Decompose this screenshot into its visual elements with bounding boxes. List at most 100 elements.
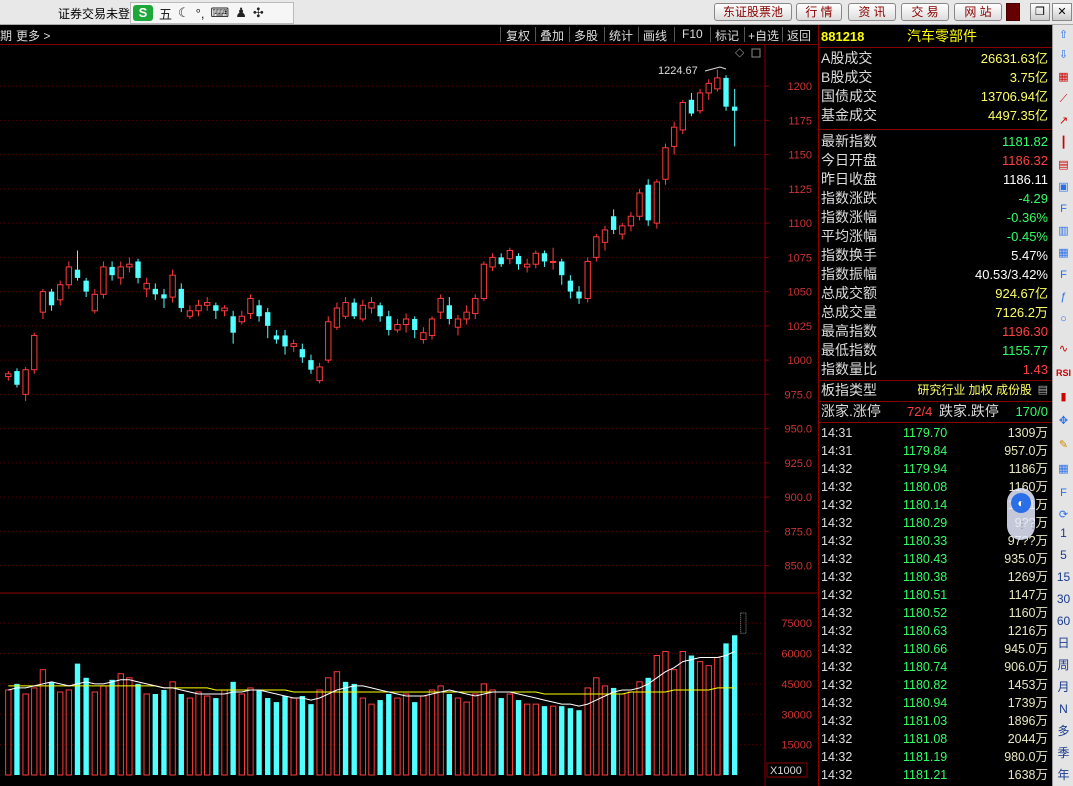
restore-icon[interactable]: ❐ [1030, 3, 1050, 21]
quote-label: 指数振幅 [821, 266, 877, 282]
volume-bar [549, 705, 557, 776]
candle [662, 147, 669, 180]
ime-mode[interactable]: 五 [159, 4, 172, 23]
wave-icon[interactable]: ∿ [1054, 341, 1073, 358]
price-tick-label: 900.0 [784, 492, 812, 504]
more-menu[interactable]: 更多 > [16, 27, 50, 44]
board-type-value[interactable]: 研究行业 加权 成份股 [917, 381, 1032, 400]
wallet-icon[interactable]: ▣ [1054, 179, 1073, 196]
candle [308, 360, 314, 370]
tick-row: 14:32 1181.19 980.0万 [821, 748, 1050, 766]
bars-icon[interactable]: ▮ [1054, 389, 1073, 406]
back-button[interactable]: 返回 [787, 27, 811, 44]
volume-bar [351, 683, 357, 775]
statistics-button[interactable]: 统计 [609, 27, 633, 44]
arrow-down-icon[interactable]: ⇩ [1054, 47, 1073, 64]
f12-icon[interactable]: F [1054, 267, 1073, 284]
period-option[interactable]: 60 [1054, 613, 1073, 630]
market-button[interactable]: 行 情 [796, 3, 842, 21]
book-icon[interactable]: ▥ [1054, 223, 1073, 240]
draw-line-button[interactable]: 画线 [643, 27, 667, 44]
assistant-icon[interactable]: ◐ [1011, 493, 1031, 513]
news-button[interactable]: 资 讯 [848, 3, 896, 21]
refresh-icon[interactable]: ⟳ [1054, 507, 1073, 524]
moon-icon[interactable]: ☾ [178, 5, 190, 21]
volume-bar [584, 687, 591, 776]
period-option[interactable]: 年 [1054, 767, 1073, 784]
period-option[interactable]: 5 [1054, 547, 1073, 564]
ime-logo-icon[interactable]: S [133, 5, 153, 21]
period-option[interactable]: 日 [1054, 635, 1073, 652]
period-option[interactable]: 30 [1054, 591, 1073, 608]
period-option[interactable]: N [1054, 701, 1073, 718]
mark-button[interactable]: 标记 [715, 27, 739, 44]
trade-button[interactable]: 交 易 [901, 3, 949, 21]
f10-button[interactable]: F10 [682, 27, 703, 41]
move-icon[interactable]: ✥ [1054, 413, 1073, 430]
grid-icon[interactable]: ✣ [253, 5, 264, 21]
quote-row: 指数换手 5.47% [821, 246, 1050, 265]
candle [670, 126, 678, 147]
volume-bar [265, 698, 271, 775]
drag-handle-icon[interactable]: ⋮⋮ [1017, 520, 1039, 531]
app-menu-icon[interactable] [1006, 3, 1020, 21]
volume-bar [333, 671, 341, 776]
trend-icon[interactable]: ↗ [1054, 113, 1073, 130]
multi-stock-button[interactable]: 多股 [574, 27, 598, 44]
tick-price: 1180.74 [903, 660, 948, 674]
diamond-icon[interactable]: ◇ [735, 45, 745, 59]
volume-bar [653, 655, 661, 776]
chart-icon[interactable]: ▦ [1054, 69, 1073, 86]
volume-bar [420, 695, 427, 776]
circle-icon[interactable]: ○ [1054, 311, 1073, 328]
add-watchlist-button[interactable]: +自选 [748, 27, 779, 44]
tick-price: 1180.63 [903, 624, 948, 638]
volume-bar [619, 693, 626, 776]
volume-bar [541, 706, 548, 775]
arrow-up-icon[interactable]: ⇧ [1054, 27, 1073, 44]
ime-toolbar[interactable]: S 五 ☾ °, ⌨ ♟ ✣ [130, 2, 294, 24]
quote-row: 最低指数 1155.77 [821, 341, 1050, 360]
punctuation-icon[interactable]: °, [196, 6, 205, 21]
price-axis: 1200 1175 1150 1125 1100 1075 1050 1025 1000 975.… [765, 81, 812, 573]
quote-label: 指数量比 [821, 361, 877, 377]
floating-assistant[interactable]: ◐ ⋮⋮ [1007, 488, 1038, 540]
period-option[interactable]: 1 [1054, 525, 1073, 542]
tick-time: 14:32 [821, 678, 853, 692]
volume-bar [65, 689, 73, 776]
period-option[interactable]: 季 [1054, 745, 1073, 762]
candle [143, 282, 150, 290]
period-option[interactable]: 周 [1054, 657, 1073, 674]
kline-chart[interactable]: 1200 1175 1150 1125 1100 1075 1050 1025 1000 975.… [0, 45, 817, 786]
rsi-icon[interactable]: RSI [1054, 365, 1073, 382]
kline-icon[interactable]: ┃ [1054, 135, 1073, 152]
f5-icon[interactable]: F [1054, 485, 1073, 502]
tick-price: 1179.84 [903, 444, 948, 458]
report-icon[interactable]: ▤ [1054, 157, 1073, 174]
period-option[interactable]: 多 [1054, 723, 1073, 740]
pencil-icon[interactable]: ✎ [1054, 437, 1073, 454]
table-icon[interactable]: ▦ [1054, 245, 1073, 262]
candle [342, 302, 349, 317]
f10-icon[interactable]: F [1054, 201, 1073, 218]
user-icon[interactable]: ♟ [235, 5, 247, 21]
tick-price: 1180.08 [903, 480, 948, 494]
line-chart-icon[interactable]: ⟋ [1054, 91, 1073, 108]
keyboard-icon[interactable]: ⌨ [210, 5, 229, 21]
volume-bar [679, 650, 686, 776]
list-icon[interactable]: ▤ [1038, 381, 1048, 400]
panel-toggle-icon[interactable] [751, 48, 761, 58]
website-button[interactable]: 网 站 [954, 3, 1002, 21]
candle [299, 349, 306, 358]
tick-volume: 1269万 [1007, 570, 1048, 584]
period-label[interactable]: 期 [0, 27, 12, 44]
period-option[interactable]: 月 [1054, 679, 1073, 696]
period-option[interactable]: 15 [1054, 569, 1073, 586]
stock-pool-button[interactable]: 东证股票池 [714, 3, 792, 21]
overlay-button[interactable]: 叠加 [540, 27, 564, 44]
formula-icon[interactable]: ƒ [1054, 289, 1073, 306]
adjust-button[interactable]: 复权 [506, 27, 530, 44]
grid-view-icon[interactable]: ▦ [1054, 461, 1073, 478]
quote-row: 指数涨幅 -0.36% [821, 208, 1050, 227]
close-icon[interactable]: ✕ [1052, 3, 1072, 21]
